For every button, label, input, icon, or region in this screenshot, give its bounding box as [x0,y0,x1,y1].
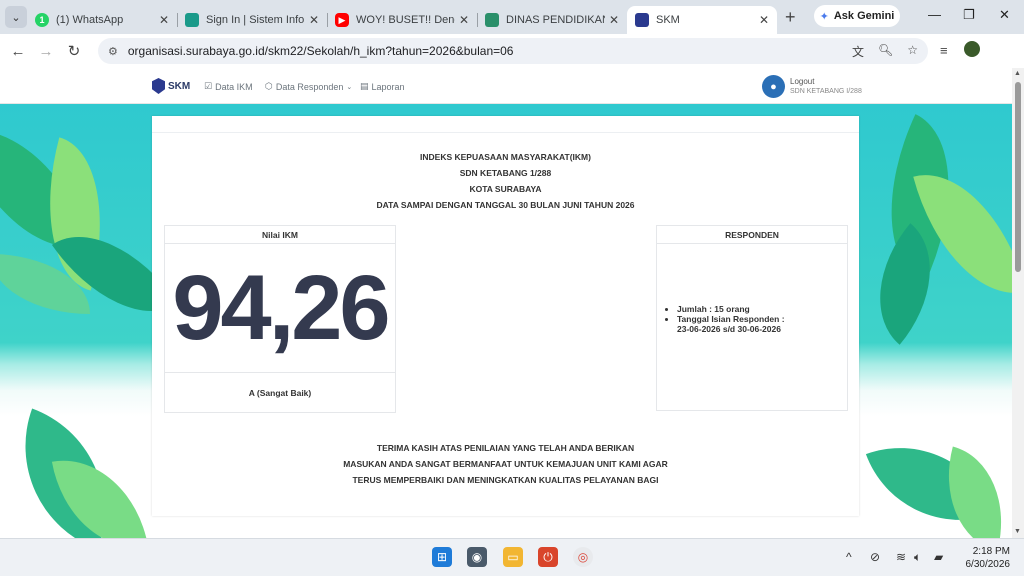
heading-line: INDEKS KEPUASAAN MASYARAKAT(IKM) [420,152,591,162]
nav-data-ikm[interactable]: ☑ Data IKM [204,81,253,92]
tab-title: WOY! BUSET!! Deng [356,14,455,26]
browser-tab-dinas[interactable]: DINAS PENDIDIKAN ✕ [477,6,627,34]
responden-jumlah: Jumlah : 15 orang [677,304,785,314]
site-info-icon[interactable]: ⚙ [108,45,118,58]
back-arrow-icon[interactable]: ← [4,43,32,60]
volume-icon[interactable]: 🔈︎ [914,550,921,565]
battery-icon[interactable]: ▰ [934,550,943,564]
nilai-ikm-box: Nilai IKM 94,26 A (Sangat Baik) [164,225,396,413]
document-icon: ▤ [360,81,369,91]
skm-icon [635,13,649,27]
check-square-icon: ☑ [204,81,213,91]
nav-laporan[interactable]: ▤ Laporan [360,81,405,92]
close-tab-icon[interactable]: ✕ [159,13,169,27]
dinas-icon [485,13,499,27]
gemini-star-icon: ✦ [819,10,829,23]
translate-icon[interactable]: 文 [852,43,864,60]
nav-label: Data IKM [215,81,253,92]
clock-time: 2:18 PM [972,546,1010,557]
nav-data-responden[interactable]: ⬡ Data Responden ⌄ [265,81,352,92]
nav-label: Data Responden [275,81,344,92]
reload-icon[interactable]: ↻ [60,42,88,60]
close-tab-icon[interactable]: ✕ [759,13,769,27]
card-heading: INDEKS KEPUASAAN MASYARAKAT(IKM) SDN KET… [152,149,859,213]
youtube-icon: ▶ [335,13,349,27]
tab-title: (1) WhatsApp [56,14,124,26]
responden-tanggal-value: 23-06-2026 s/d 30-06-2026 [677,324,781,334]
site-navbar: SKM ☑ Data IKM ⬡ Data Responden ⌄ ▤ Lapo… [0,68,1012,104]
whatsapp-icon: 1 [35,13,49,27]
camera-app-icon[interactable]: ◉ [467,547,487,567]
tab-title: SKM [656,14,680,26]
browser-tab-strip: ⌄ 1 (1) WhatsApp ✕ Sign In | Sistem Info… [0,0,1024,34]
responden-tanggal-label: Tanggal Isian Responden : [677,314,785,324]
clock-date: 6/30/2026 [965,559,1011,570]
zoom-icon[interactable]: 🔍︎ [878,43,893,60]
forward-arrow-icon[interactable]: → [32,43,60,60]
power-app-icon[interactable]: ⏻ [538,547,558,567]
browser-tab-skm[interactable]: SKM ✕ [627,6,777,34]
chevron-down-icon: ⌄ [346,83,353,91]
user-avatar-icon: ● [762,75,785,98]
close-tab-icon[interactable]: ✕ [609,13,619,27]
footer-line: TERUS MEMPERBAIKI DAN MENINGKATKAN KUALI… [352,475,659,485]
tray-chevron-up-icon[interactable]: ^ [846,550,852,564]
reading-list-icon[interactable]: ≡ [940,43,948,58]
box-icon: ⬡ [265,81,273,91]
nav-label: Laporan [371,81,405,92]
footer-line: MASUKAN ANDA SANGAT BERMANFAAT UNTUK KEM… [343,459,668,469]
ikm-card: INDEKS KEPUASAAN MASYARAKAT(IKM) SDN KET… [152,116,859,516]
file-explorer-icon[interactable]: ▭ [503,547,523,567]
notifications-off-icon[interactable]: ⊘ [870,550,880,564]
nilai-ikm-label: Nilai IKM [165,226,395,244]
browser-toolbar: ← → ↻ ⚙ organisasi.surabaya.go.id/skm22/… [0,34,1024,68]
tab-title: Sign In | Sistem Info [206,14,305,26]
page-scrollbar[interactable]: ▲ ▼ [1012,68,1024,538]
scrollbar-thumb[interactable] [1015,82,1021,272]
close-tab-icon[interactable]: ✕ [309,13,319,27]
tab-search-chevron-icon[interactable]: ⌄ [5,6,27,28]
ask-gemini-button[interactable]: ✦ Ask Gemini [814,5,900,27]
browser-tab-whatsapp[interactable]: 1 (1) WhatsApp ✕ [27,6,177,34]
minimize-icon[interactable]: — [928,7,941,22]
new-tab-icon[interactable]: + [785,7,796,28]
tab-title: DINAS PENDIDIKAN [506,14,605,26]
responden-box: RESPONDEN Jumlah : 15 orang Tanggal Isia… [656,225,848,411]
bookmark-star-icon[interactable]: ☆ [907,43,918,60]
brand-name: SKM [168,80,191,92]
close-window-icon[interactable]: ✕ [999,7,1010,23]
card-divider [152,132,859,133]
ask-gemini-label: Ask Gemini [833,10,895,22]
brand-logo-link[interactable]: SKM [152,78,190,94]
browser-tab-youtube[interactable]: ▶ WOY! BUSET!! Deng ✕ [327,6,477,34]
windows-start-icon[interactable]: ⊞ [432,547,452,567]
browser-tab-sistem-info[interactable]: Sign In | Sistem Info ✕ [177,6,327,34]
scroll-up-icon[interactable]: ▲ [1014,70,1021,77]
restore-icon[interactable]: ❐ [963,7,975,23]
user-menu[interactable]: ● Logout SDN KETABANG I/288 [762,75,862,98]
address-bar[interactable]: ⚙ organisasi.surabaya.go.id/skm22/Sekola… [98,38,928,64]
surabaya-emblem-icon [152,78,165,94]
sistem-info-icon [185,13,199,27]
heading-line: SDN KETABANG 1/288 [459,168,552,178]
wifi-icon[interactable]: ≋ [896,550,906,564]
heading-line: DATA SAMPAI DENGAN TANGGAL 30 BULAN JUNI… [376,200,635,210]
close-tab-icon[interactable]: ✕ [459,13,469,27]
heading-line: KOTA SURABAYA [469,184,542,194]
footer-line: TERIMA KASIH ATAS PENILAIAN YANG TELAH A… [376,443,635,453]
user-school: SDN KETABANG I/288 [790,87,862,95]
chrome-icon[interactable]: ◎ [573,547,593,567]
scroll-down-icon[interactable]: ▼ [1014,528,1021,535]
web-page: SKM ☑ Data IKM ⬡ Data Responden ⌄ ▤ Lapo… [0,68,1012,538]
logout-link[interactable]: Logout [790,77,862,87]
thank-you-message: TERIMA KASIH ATAS PENILAIAN YANG TELAH A… [152,440,859,488]
responden-label: RESPONDEN [657,226,847,244]
system-clock[interactable]: 2:18 PM 6/30/2026 [960,545,1011,571]
nilai-ikm-value: 94,26 [172,257,390,359]
ikm-grade: A (Sangat Baik) [165,372,395,412]
responden-list: Jumlah : 15 orang Tanggal Isian Responde… [677,304,785,334]
profile-avatar-icon[interactable] [963,41,980,57]
url-text: organisasi.surabaya.go.id/skm22/Sekolah/… [127,44,514,58]
windows-taskbar: ⊞ ◉ ▭ ⏻ ◎ ^ ⊘ ≋ 🔈︎ ▰ 2:18 PM 6/30/2026 [0,538,1024,576]
